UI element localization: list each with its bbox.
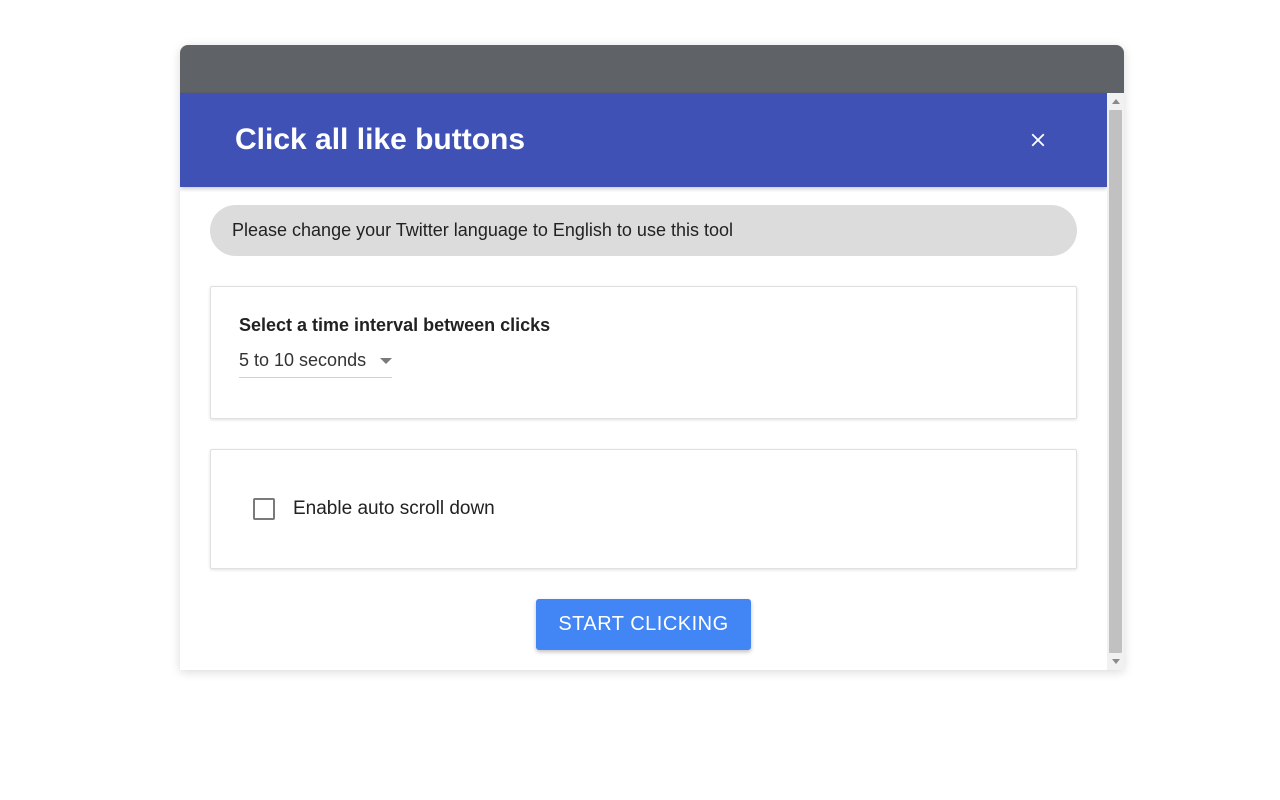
content-area: Click all like buttons Please change you… [180, 93, 1124, 670]
dialog-title: Click all like buttons [235, 123, 525, 157]
autoscroll-row: Enable auto scroll down [253, 498, 1034, 520]
interval-label: Select a time interval between clicks [239, 315, 1048, 336]
interval-value: 5 to 10 seconds [239, 350, 366, 371]
language-notice: Please change your Twitter language to E… [210, 205, 1077, 256]
dialog-body: Please change your Twitter language to E… [180, 187, 1107, 670]
main-content: Click all like buttons Please change you… [180, 93, 1107, 670]
close-button[interactable] [1024, 126, 1052, 154]
dialog-header: Click all like buttons [180, 93, 1107, 187]
interval-select[interactable]: 5 to 10 seconds [239, 350, 392, 378]
autoscroll-checkbox[interactable] [253, 498, 275, 520]
scroll-down-arrow-icon[interactable] [1107, 653, 1124, 670]
scroll-up-arrow-icon[interactable] [1107, 93, 1124, 110]
window-title-bar [180, 45, 1124, 93]
autoscroll-card: Enable auto scroll down [210, 449, 1077, 569]
app-window: Click all like buttons Please change you… [180, 45, 1124, 670]
start-clicking-button[interactable]: START CLICKING [536, 599, 750, 650]
chevron-down-icon [380, 358, 392, 364]
interval-card: Select a time interval between clicks 5 … [210, 286, 1077, 419]
start-wrap: START CLICKING [210, 599, 1077, 650]
scroll-track[interactable] [1107, 110, 1124, 653]
notice-text: Please change your Twitter language to E… [232, 220, 733, 240]
autoscroll-label: Enable auto scroll down [293, 498, 495, 520]
scroll-thumb[interactable] [1109, 110, 1122, 653]
close-icon [1027, 129, 1049, 151]
vertical-scrollbar[interactable] [1107, 93, 1124, 670]
